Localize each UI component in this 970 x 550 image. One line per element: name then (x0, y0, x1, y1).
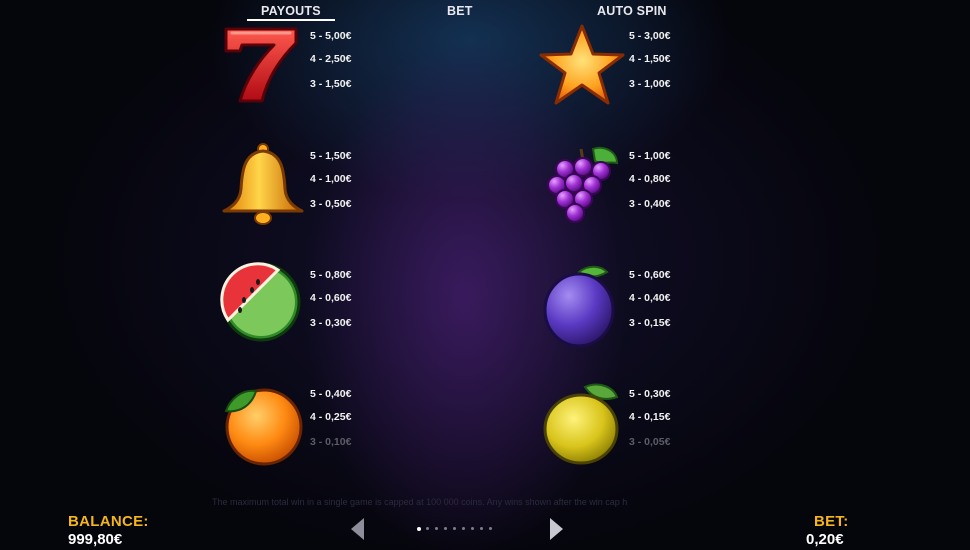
page-dot[interactable] (480, 527, 483, 530)
payout-3-of-kind: 3 - 0,10€ (310, 436, 352, 448)
page-dot[interactable] (435, 527, 438, 530)
payout-5-of-kind: 5 - 0,60€ (629, 269, 671, 281)
page-dot[interactable] (426, 527, 429, 530)
win-cap-disclaimer: The maximum total win in a single game i… (212, 497, 628, 507)
paytable-entry-watermelon: 5 - 0,80€ 4 - 0,60€ 3 - 0,30€ (218, 260, 428, 350)
top-tabs: PAYOUTS BET AUTO SPIN (0, 0, 970, 22)
paytable-entry-star: 5 - 3,00€ 4 - 1,50€ 3 - 1,00€ (537, 21, 747, 111)
payout-5-of-kind: 5 - 0,40€ (310, 388, 352, 400)
payout-5-of-kind: 5 - 5,00€ (310, 30, 352, 42)
orange-icon (218, 379, 308, 469)
payout-3-of-kind: 3 - 0,15€ (629, 317, 671, 329)
chevron-left-icon (351, 518, 364, 540)
paytable-entry-seven: 5 - 5,00€ 4 - 2,50€ 3 - 1,50€ (218, 21, 428, 111)
seven-icon (218, 21, 308, 111)
watermelon-icon (218, 260, 308, 350)
payout-5-of-kind: 5 - 0,80€ (310, 269, 352, 281)
payout-5-of-kind: 5 - 1,00€ (629, 150, 671, 162)
bell-icon (218, 141, 308, 231)
payout-3-of-kind: 3 - 0,30€ (310, 317, 352, 329)
chevron-right-icon (550, 518, 563, 540)
page-dot[interactable] (471, 527, 474, 530)
balance-label: BALANCE: (68, 513, 149, 530)
plum-icon (537, 260, 627, 350)
star-icon (537, 21, 627, 111)
payout-5-of-kind: 5 - 3,00€ (629, 30, 671, 42)
payout-5-of-kind: 5 - 0,30€ (629, 388, 671, 400)
payout-4-of-kind: 4 - 0,25€ (310, 411, 352, 423)
payout-3-of-kind: 3 - 0,05€ (629, 436, 671, 448)
payout-5-of-kind: 5 - 1,50€ (310, 150, 352, 162)
tab-payouts[interactable]: PAYOUTS (247, 4, 335, 21)
page-dot[interactable] (444, 527, 447, 530)
payout-3-of-kind: 3 - 0,50€ (310, 198, 352, 210)
payout-3-of-kind: 3 - 1,50€ (310, 78, 352, 90)
paytable-entry-grapes: 5 - 1,00€ 4 - 0,80€ 3 - 0,40€ (537, 141, 747, 231)
lemon-icon (537, 379, 627, 469)
payout-4-of-kind: 4 - 0,15€ (629, 411, 671, 423)
payout-3-of-kind: 3 - 1,00€ (629, 78, 671, 90)
paytable-entry-bell: 5 - 1,50€ 4 - 1,00€ 3 - 0,50€ (218, 141, 428, 231)
payout-4-of-kind: 4 - 0,80€ (629, 173, 671, 185)
paytable-entry-orange: 5 - 0,40€ 4 - 0,25€ 3 - 0,10€ (218, 379, 428, 469)
tab-bet[interactable]: BET (447, 4, 473, 18)
page-dot[interactable] (489, 527, 492, 530)
bet-value: 0,20€ (806, 531, 844, 548)
payout-4-of-kind: 4 - 0,60€ (310, 292, 352, 304)
bet-label: BET: (814, 513, 849, 530)
payout-4-of-kind: 4 - 0,40€ (629, 292, 671, 304)
paytable-entry-lemon: 5 - 0,30€ 4 - 0,15€ 3 - 0,05€ (537, 379, 747, 469)
page-dot[interactable] (462, 527, 465, 530)
next-page-button[interactable] (548, 516, 566, 542)
balance-value: 999,80€ (68, 531, 123, 548)
payout-4-of-kind: 4 - 1,50€ (629, 53, 671, 65)
tab-auto-spin[interactable]: AUTO SPIN (597, 4, 667, 18)
payout-4-of-kind: 4 - 2,50€ (310, 53, 352, 65)
payout-3-of-kind: 3 - 0,40€ (629, 198, 671, 210)
background (0, 0, 970, 550)
page-dot[interactable] (417, 526, 421, 531)
grapes-icon (537, 141, 627, 231)
paytable-entry-plum: 5 - 0,60€ 4 - 0,40€ 3 - 0,15€ (537, 260, 747, 350)
page-dot[interactable] (453, 527, 456, 530)
previous-page-button[interactable] (348, 516, 366, 542)
payout-4-of-kind: 4 - 1,00€ (310, 173, 352, 185)
